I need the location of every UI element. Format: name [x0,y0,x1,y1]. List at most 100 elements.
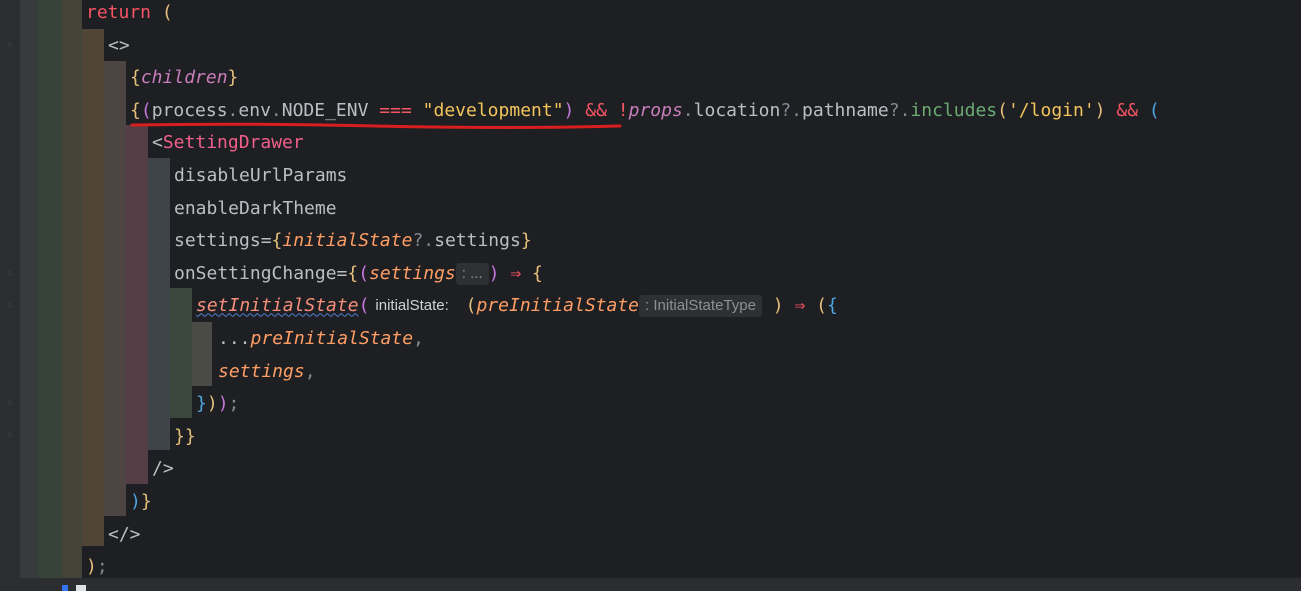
code-token: settings= [174,230,272,252]
code-line[interactable]: settings={initialState?.settings} [174,227,532,259]
code-line[interactable]: <> [108,32,130,64]
code-token: . [682,99,694,121]
code-token: ( [358,262,370,284]
code-token: /> [152,458,174,480]
indent-guide [170,288,192,418]
code-token: includes [910,99,998,121]
code-token: , [304,360,316,382]
code-token: "development" [422,99,564,121]
code-token: process [151,99,228,121]
inlay-hint: initialState: [375,297,449,315]
code-line[interactable]: <SettingDrawer [152,129,304,161]
code-token: return [86,2,152,23]
indent-guide [126,125,148,484]
code-token: ( [161,2,173,23]
fold-icon[interactable]: ⌂ [4,40,16,50]
code-token: { [347,262,359,284]
code-token: <> [108,34,130,56]
code-line[interactable]: {children} [130,64,238,96]
code-line[interactable]: onSettingChange={(settings: ...) ⇒ { [174,260,543,292]
code-token: </> [108,523,141,545]
code-token: ( [1148,99,1160,121]
code-token: && [585,99,607,121]
code-token: ) [772,295,784,317]
code-line[interactable]: }} [174,423,196,455]
inlay-hint: : ... [455,262,489,285]
code-token: ) [206,393,218,415]
code-token: children [140,67,228,89]
code-token: ... [218,328,251,349]
code-token: ) [86,556,97,578]
code-line[interactable]: disableUrlParams [174,162,347,194]
code-line[interactable]: /> [152,455,174,487]
code-line[interactable]: ); [86,553,108,578]
code-token: ) [217,393,229,415]
fold-icon[interactable]: ⌂ [4,268,16,278]
code-token: ( [997,99,1008,121]
code-token: ( [816,295,827,317]
code-token: initialState [282,230,413,252]
indent-stripe-2 [38,0,62,591]
code-token: enableDarkTheme [174,197,337,219]
code-line[interactable]: return ( [86,0,173,31]
fold-icon[interactable]: ⌂ [4,398,16,408]
code-line[interactable]: setInitialState(initialState: (preInitia… [196,292,838,324]
indent-guide [192,322,212,386]
code-token: }} [174,425,196,447]
code-token: ) [1094,99,1106,121]
code-token: SettingDrawer [162,132,304,154]
code-line[interactable]: )} [130,488,152,520]
code-token: setInitialState [196,295,359,317]
code-token: < [152,132,163,154]
code-line[interactable]: </> [108,521,141,553]
editor-bottom-bar [0,578,1301,591]
code-line[interactable]: enableDarkTheme [174,195,337,227]
code-token: ( [358,295,370,317]
inlay-hint: : InitialStateType [639,295,762,318]
code-token: props [628,99,683,121]
code-token: === [379,99,412,121]
code-token: { [130,67,141,89]
code-line[interactable]: settings, [218,358,316,390]
code-token: onSettingChange= [174,262,348,284]
fold-icon[interactable]: ⌂ [4,300,16,310]
indent-guide [62,0,82,578]
code-token: '/login' [1007,99,1095,121]
code-token: preInitialState [250,328,414,349]
code-line[interactable]: ...preInitialState, [218,325,424,357]
code-token: preInitialState [476,295,640,317]
code-token: . [270,99,282,121]
code-token: } [140,491,152,512]
code-token: ! [617,99,629,121]
code-token: settings [369,262,456,284]
code-editor[interactable]: return (<> {children} {(process.env.NODE_E… [62,0,1301,578]
code-token: { [130,99,141,121]
code-token: ( [140,99,152,121]
code-token: ) [563,99,575,121]
code-token: . [227,99,239,121]
code-token: ?. [412,230,435,252]
code-token: { [827,295,838,317]
code-token: ) [488,262,500,284]
code-token: { [271,230,283,252]
indent-guide [148,158,170,450]
code-token: } [196,393,207,415]
code-token: ?. [780,99,803,121]
code-line[interactable]: })); [196,390,239,422]
code-token: ( [465,295,477,317]
fold-icon[interactable]: ⌂ [4,430,16,440]
code-token: ?. [888,99,911,121]
gutter-marker [62,585,68,591]
indent-guide [82,29,104,546]
code-token: ; [96,556,108,578]
